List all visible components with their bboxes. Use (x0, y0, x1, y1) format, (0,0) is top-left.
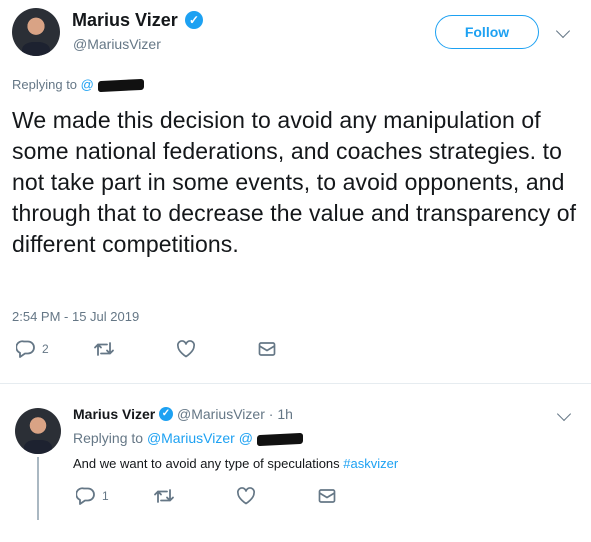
replying-to: Replying to @ (12, 77, 144, 93)
retweet-button[interactable] (153, 487, 175, 505)
retweet-icon (94, 342, 114, 356)
main-tweet: Marius Vizer ✓ @MariusVizer Follow Reply… (0, 0, 591, 384)
replying-label: Replying to (73, 430, 144, 446)
hashtag-link[interactable]: #askvizer (343, 456, 398, 471)
reply-button[interactable]: 1 (76, 487, 109, 505)
tweet-timestamp[interactable]: 2:54 PM - 15 Jul 2019 (12, 309, 139, 324)
reply-icon (76, 487, 95, 505)
redacted-handle (256, 432, 303, 447)
replying-label: Replying to (12, 77, 78, 92)
retweet-icon (154, 489, 174, 503)
reply-count: 2 (42, 342, 49, 356)
reply-count: 1 (102, 489, 109, 503)
reply-text-body: And we want to avoid any type of specula… (73, 456, 340, 471)
verified-badge-icon: ✓ (159, 407, 173, 421)
chevron-down-icon[interactable] (555, 23, 571, 39)
replying-handle[interactable]: @ (81, 77, 94, 92)
like-button[interactable] (236, 487, 256, 505)
author-name[interactable]: Marius Vizer (72, 10, 178, 31)
message-icon (318, 489, 336, 503)
author-avatar[interactable] (12, 8, 60, 56)
reply-author-handle[interactable]: @MariusVizer (177, 406, 265, 422)
message-button[interactable] (257, 340, 277, 358)
reply-meta: @MariusVizer · 1h (177, 406, 293, 422)
like-icon (237, 487, 255, 505)
reply-text: And we want to avoid any type of specula… (73, 456, 398, 471)
reply-author-avatar[interactable] (15, 408, 61, 454)
message-icon (258, 342, 276, 356)
verified-badge-icon: ✓ (185, 11, 203, 29)
reply-replying-to: Replying to @MariusVizer @ (73, 430, 303, 447)
replying-handle[interactable]: @MariusVizer (147, 430, 235, 446)
reply-time[interactable]: 1h (277, 406, 293, 422)
reply-tweet[interactable]: Marius Vizer ✓ @MariusVizer · 1h Replyin… (0, 384, 591, 542)
reply-author-name[interactable]: Marius Vizer (73, 406, 155, 422)
message-button[interactable] (317, 487, 337, 505)
thread-line (37, 457, 39, 520)
like-button[interactable] (176, 340, 196, 358)
reply-button[interactable]: 2 (16, 340, 49, 358)
redacted-handle (97, 78, 144, 93)
follow-button[interactable]: Follow (435, 15, 539, 49)
reply-icon (16, 340, 35, 358)
meta-separator: · (268, 406, 274, 422)
chevron-down-icon[interactable] (556, 406, 572, 422)
retweet-button[interactable] (93, 340, 115, 358)
replying-handle-2[interactable]: @ (239, 430, 253, 446)
author-handle[interactable]: @MariusVizer (73, 36, 161, 52)
tweet-text: We made this decision to avoid any manip… (12, 107, 577, 257)
like-icon (177, 340, 195, 358)
